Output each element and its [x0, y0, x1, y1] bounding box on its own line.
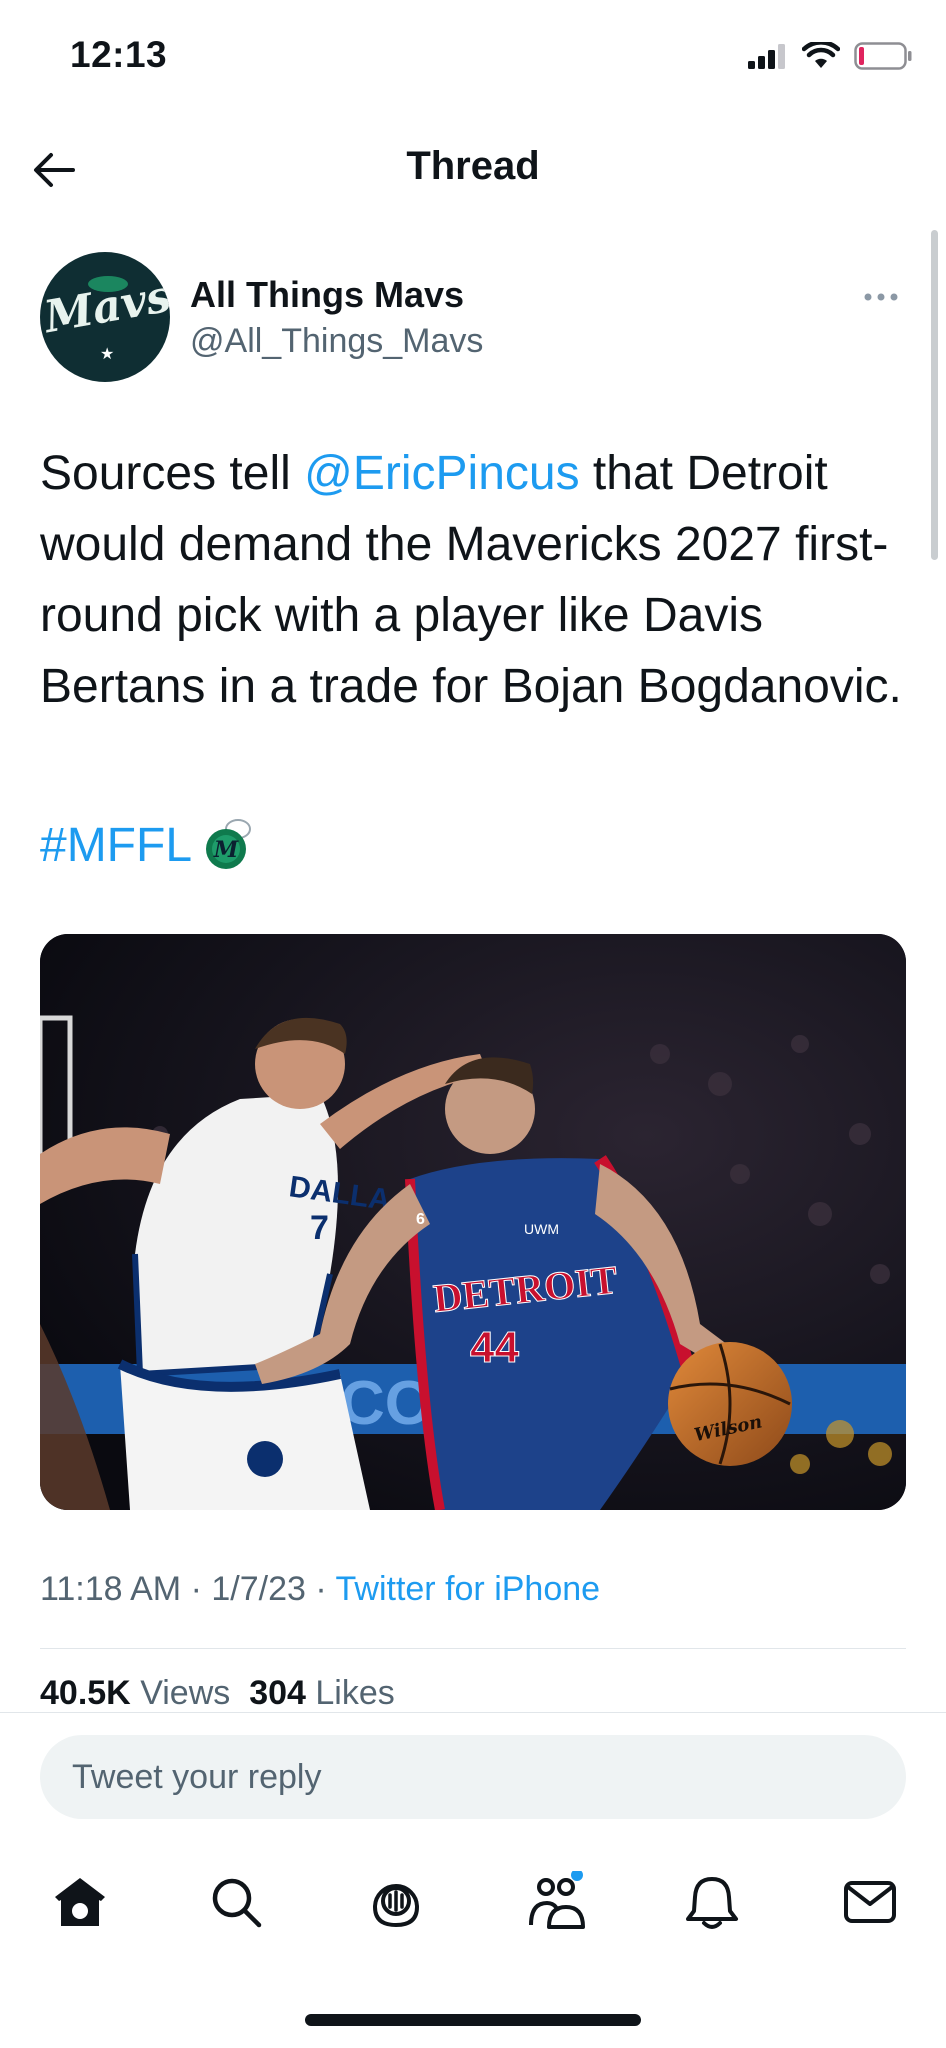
tab-notifications[interactable] — [672, 1862, 752, 1942]
mention-link[interactable]: @EricPincus — [304, 447, 579, 500]
views-label: Views — [140, 1674, 231, 1712]
tab-messages[interactable] — [830, 1862, 910, 1942]
tab-bar — [0, 1840, 946, 1960]
tweet-time: 11:18 AM — [40, 1570, 182, 1608]
dallas-jersey-number: 7 — [310, 1209, 329, 1247]
svg-text:M: M — [213, 837, 239, 863]
nav-header: Thread — [0, 120, 946, 220]
tweet-timestamp: 11:18 AM · 1/7/23 · Twitter for iPhone — [40, 1570, 600, 1609]
detroit-jersey-number: 44 — [470, 1323, 519, 1372]
tweet-media-image[interactable]: COI DALLA 7 DETROIT 44 UWM 6 Wilson — [40, 934, 906, 1510]
divider — [40, 1648, 906, 1649]
reply-input[interactable] — [40, 1735, 906, 1819]
reply-bar — [0, 1713, 946, 1823]
tab-home[interactable] — [40, 1862, 120, 1942]
tweet-text: Sources tell @EricPincus that Detroit wo… — [40, 438, 920, 722]
signal-icon — [748, 44, 785, 69]
jersey-patch-number: 6 — [416, 1211, 425, 1228]
author-name[interactable]: All Things Mavs — [190, 274, 464, 316]
jersey-sponsor-text: UWM — [524, 1221, 559, 1237]
star-icon: ★ — [100, 346, 115, 363]
battery-icon — [854, 42, 912, 70]
mavs-emoji-icon: M — [206, 819, 252, 869]
page-title: Thread — [406, 144, 540, 188]
wifi-icon — [802, 42, 840, 68]
separator: · — [305, 1570, 336, 1608]
tab-communities[interactable] — [516, 1862, 596, 1942]
home-indicator[interactable] — [305, 2014, 641, 2026]
tweet-source-link[interactable]: Twitter for iPhone — [336, 1570, 601, 1608]
search-icon — [212, 1878, 262, 1928]
tweet-text-intro: Sources tell — [40, 447, 305, 500]
status-time: 12:13 — [70, 34, 168, 75]
likes-count[interactable]: 304 — [249, 1674, 306, 1712]
status-bar: 12:13 — [0, 0, 946, 120]
notifications-icon — [686, 1877, 738, 1929]
messages-icon — [844, 1881, 896, 1923]
basketball-photo: COI DALLA 7 DETROIT 44 UWM 6 Wilson — [40, 934, 906, 1510]
spaces-icon — [373, 1884, 419, 1928]
separator: · — [181, 1570, 212, 1608]
avatar[interactable]: Mavs ★ — [40, 252, 170, 382]
tab-search[interactable] — [196, 1862, 276, 1942]
home-icon — [55, 1878, 105, 1926]
views-count[interactable]: 40.5K — [40, 1674, 131, 1712]
avatar-logo-text: Mavs — [40, 270, 170, 344]
likes-label[interactable]: Likes — [315, 1674, 394, 1712]
scrollbar[interactable] — [931, 230, 938, 560]
author-handle[interactable]: @All_Things_Mavs — [190, 322, 483, 361]
tweet-stats: 40.5K Views 304 Likes — [40, 1674, 395, 1713]
communities-icon — [529, 1871, 585, 1929]
hashtag-link[interactable]: #MFFL — [40, 818, 192, 873]
tab-spaces[interactable] — [356, 1862, 436, 1942]
more-dots-icon — [864, 293, 898, 301]
more-options-button[interactable] — [856, 282, 906, 312]
status-icons — [748, 42, 912, 70]
tweet-date: 1/7/23 — [211, 1570, 306, 1608]
hashtag-line: #MFFL M — [40, 810, 256, 880]
tweet-author: Mavs ★ All Things Mavs @All_Things_Mavs — [40, 252, 906, 382]
